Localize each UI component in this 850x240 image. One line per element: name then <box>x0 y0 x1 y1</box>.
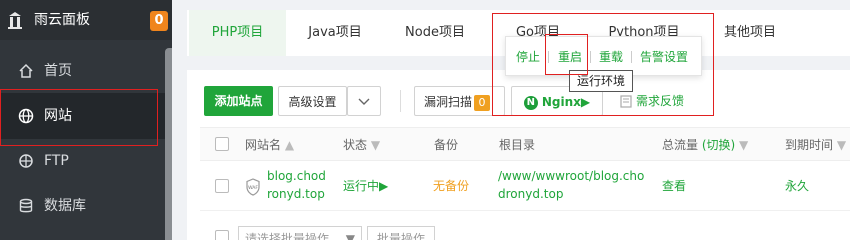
chevron-down-icon <box>358 98 370 105</box>
nginx-stop-link[interactable]: 停止 <box>516 49 540 65</box>
globe-icon <box>18 108 34 124</box>
batch-select-all-checkbox[interactable] <box>215 230 229 240</box>
row-checkbox[interactable] <box>215 179 229 193</box>
sidebar-item-home[interactable]: 首页 <box>0 48 165 94</box>
nginx-reload-link[interactable]: 重载 <box>599 49 623 65</box>
sidebar-item-ftp[interactable]: FTP <box>0 138 165 184</box>
select-all-checkbox[interactable] <box>215 137 229 151</box>
popup-separator <box>631 51 632 63</box>
vuln-count-badge: 0 <box>474 94 491 111</box>
notice-badge[interactable]: 0 <box>150 11 168 31</box>
vuln-scan-label: 漏洞扫描 <box>424 95 473 109</box>
nginx-logo-icon: N <box>523 95 538 110</box>
site-status-toggle[interactable]: 运行中▶ <box>343 177 388 195</box>
batch-action-button[interactable]: 批量操作 <box>367 226 435 240</box>
sidebar-header: 雨云面板 0 <box>0 0 172 40</box>
table-row: WAF blog.chod ronyd.top 运行中▶ 无备份 /www/www… <box>200 161 850 211</box>
play-icon: ▶ <box>580 95 591 109</box>
col-root-dir: 根目录 <box>499 138 536 152</box>
sidebar: 雨云面板 0 首页 网站 FTP 数据库 <box>0 0 172 240</box>
feedback-label: 需求反馈 <box>636 94 685 108</box>
svg-text:WAF: WAF <box>248 185 258 191</box>
site-name-link[interactable]: blog.chod ronyd.top <box>267 167 326 203</box>
toolbar-divider <box>400 90 401 112</box>
popup-separator <box>548 51 549 63</box>
runtime-env-tooltip: 运行环境 <box>569 70 633 92</box>
batch-select-placeholder: 请选择批量操作 <box>245 232 330 240</box>
add-site-button[interactable]: 添加站点 <box>204 86 273 116</box>
site-root-link[interactable]: /www/wwwroot/blog.cho dronyd.top <box>498 167 644 203</box>
col-expire[interactable]: 到期时间 ▼ <box>785 137 846 153</box>
popup-separator <box>590 51 591 63</box>
sidebar-item-label: FTP <box>44 153 69 169</box>
sidebar-item-database[interactable]: 数据库 <box>0 183 165 229</box>
nginx-alert-settings-link[interactable]: 告警设置 <box>640 49 688 65</box>
batch-action-select[interactable]: 请选择批量操作 ▼ <box>238 226 362 240</box>
sidebar-item-label: 网站 <box>44 108 72 124</box>
col-status[interactable]: 状态 ▼ <box>343 137 380 153</box>
sidebar-item-label: 首页 <box>44 63 72 79</box>
site-backup-link[interactable]: 无备份 <box>433 177 469 195</box>
tab-java[interactable]: Java项目 <box>293 10 377 56</box>
site-expire-link[interactable]: 永久 <box>785 177 809 195</box>
table-header: 网站名 ▲ 状态 ▼ 备份 根目录 总流量 (切换) ▼ 到期时间 ▼ <box>200 127 850 161</box>
advanced-settings-button[interactable]: 高级设置 <box>278 86 347 116</box>
sidebar-item-label: 数据库 <box>44 198 86 214</box>
vuln-scan-button[interactable]: 漏洞扫描 0 <box>414 86 505 116</box>
nginx-label: Nginx <box>541 95 581 109</box>
col-site-name[interactable]: 网站名 ▲ <box>245 137 294 153</box>
col-traffic[interactable]: 总流量 (切换) ▼ <box>662 137 748 153</box>
advanced-dropdown-button[interactable] <box>347 86 381 116</box>
chevron-down-icon: ▼ <box>345 232 355 240</box>
home-icon <box>19 63 33 78</box>
sidebar-scrollbar[interactable] <box>165 48 172 240</box>
nginx-restart-link[interactable]: 重启 <box>558 49 582 65</box>
traffic-switch-link[interactable]: (切换) <box>702 138 735 152</box>
tab-php[interactable]: PHP项目 <box>189 10 286 56</box>
cloud-logo-icon <box>8 12 22 29</box>
site-traffic-link[interactable]: 查看 <box>662 177 686 195</box>
sidebar-item-website[interactable]: 网站 <box>0 93 165 139</box>
ftp-icon <box>19 154 33 168</box>
tab-other[interactable]: 其他项目 <box>707 10 793 56</box>
col-backup: 备份 <box>434 138 459 152</box>
waf-shield-icon: WAF <box>246 178 260 196</box>
tab-node[interactable]: Node项目 <box>392 10 478 56</box>
app-title: 雨云面板 <box>34 12 90 28</box>
database-icon <box>19 198 33 213</box>
feedback-doc-icon <box>620 95 632 108</box>
